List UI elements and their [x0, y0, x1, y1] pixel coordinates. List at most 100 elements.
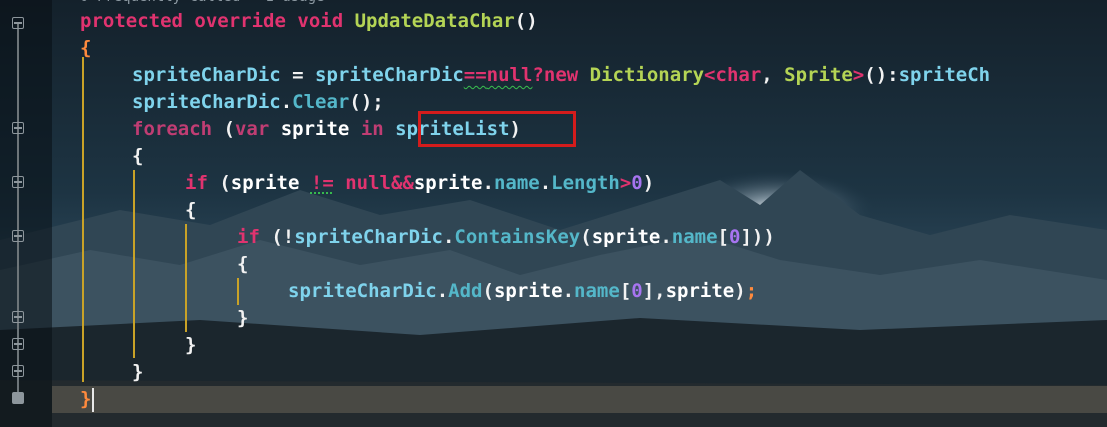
code-line-2[interactable]: { [80, 35, 91, 62]
punctuation: . [660, 226, 672, 248]
code-line-9[interactable]: if (!spriteCharDic.ContainsKey(sprite.na… [237, 224, 775, 251]
identifier: sprite [665, 280, 735, 302]
highlight-annotation-box [418, 111, 576, 147]
fold-end-icon[interactable] [12, 338, 24, 350]
code-line-15[interactable]: } [80, 386, 91, 413]
property: Length [551, 172, 620, 194]
code-line-7[interactable]: if (sprite != null&&sprite.name.Length>0… [185, 170, 654, 197]
code-line-12[interactable]: } [237, 305, 248, 332]
code-line-8[interactable]: { [185, 197, 196, 224]
identifier: sprite [413, 172, 483, 194]
property: name [493, 172, 540, 194]
indent-guide [133, 170, 135, 358]
punctuation: . [436, 280, 449, 302]
punctuation: . [442, 226, 455, 248]
method-call: ContainsKey [454, 226, 581, 248]
fold-end-icon[interactable] [12, 311, 24, 323]
code-line-4[interactable]: spriteCharDic.Clear(); [132, 89, 384, 116]
fold-toggle-icon[interactable] [12, 230, 24, 242]
fold-toggle-icon[interactable] [12, 176, 24, 188]
code-line-10[interactable]: { [237, 251, 248, 278]
punctuation: > [852, 64, 865, 86]
current-line-highlight [52, 386, 1107, 413]
operator: = [280, 64, 316, 86]
punctuation: ( [482, 280, 494, 302]
keyword: null [333, 172, 391, 194]
keyword: if [185, 172, 208, 194]
punctuation: . [482, 172, 494, 194]
punctuation: (): [864, 64, 899, 86]
number-literal: 0 [631, 280, 643, 302]
punctuation: . [280, 91, 293, 113]
keyword: null [486, 64, 533, 86]
operator: ? [532, 64, 544, 86]
identifier: spriteCharDic [294, 226, 443, 248]
property: name [574, 280, 620, 302]
punctuation: . [562, 280, 575, 302]
punctuation: (); [349, 91, 384, 113]
keyword: if [237, 226, 260, 248]
code-line-3[interactable]: spriteCharDic = spriteCharDic==null?new … [132, 62, 990, 89]
code-line-1[interactable]: protected override void UpdateDataChar() [80, 8, 538, 35]
number-literal: 0 [631, 172, 643, 194]
code-line-11[interactable]: spriteCharDic.Add(sprite.name[0],sprite)… [288, 278, 757, 305]
fold-toggle-icon[interactable] [12, 122, 24, 134]
fold-toggle-icon[interactable] [12, 17, 24, 29]
identifier: spriteCharDic [132, 91, 281, 113]
code-line-6[interactable]: { [132, 143, 143, 170]
punctuation: ( [212, 118, 235, 140]
type-name: Dictionary [589, 64, 705, 86]
punctuation: ( [207, 172, 231, 194]
keyword: var [234, 118, 270, 140]
operator: && [390, 172, 414, 194]
keyword: new [543, 64, 579, 86]
indent-guide [185, 224, 187, 332]
punctuation: < [704, 64, 716, 86]
method-call: Clear [292, 91, 350, 113]
operator: == [463, 64, 487, 86]
punctuation: . [539, 172, 552, 194]
property: name [671, 226, 718, 248]
punctuation: , [761, 64, 785, 86]
identifier: sprite [269, 118, 361, 140]
keyword: void [297, 10, 344, 32]
code-line-13[interactable]: } [185, 332, 196, 359]
punctuation: [ [717, 226, 729, 248]
text-caret [92, 388, 94, 412]
identifier: spriteCharDic [288, 280, 437, 302]
method-call: Add [448, 280, 483, 302]
punctuation: ) [734, 280, 746, 302]
indent-guide [237, 278, 239, 305]
keyword: protected [80, 10, 183, 32]
punctuation: ) [642, 172, 655, 194]
punctuation: [ [619, 280, 632, 302]
code-line-14[interactable]: } [132, 359, 143, 386]
method-name: UpdateDataChar [354, 10, 515, 32]
keyword: char [715, 64, 762, 86]
type-name: Sprite [784, 64, 853, 86]
keyword: override [194, 10, 286, 32]
identifier: spriteCharDic [315, 64, 464, 86]
punctuation: ; [745, 280, 758, 302]
operator: != [310, 172, 334, 194]
identifier: spriteCh [898, 64, 991, 86]
identifier: spriteCharDic [132, 64, 281, 86]
keyword: in [360, 118, 384, 140]
punctuation: () [514, 10, 538, 32]
fold-end-icon[interactable] [12, 365, 24, 377]
punctuation: ], [642, 280, 666, 302]
number-literal: 0 [729, 226, 741, 248]
keyword: foreach [132, 118, 213, 140]
identifier: sprite [493, 280, 563, 302]
punctuation: ( [580, 226, 592, 248]
identifier: sprite [230, 172, 300, 194]
operator: > [619, 172, 632, 194]
indent-guide [82, 57, 84, 382]
punctuation: ])) [740, 226, 775, 248]
identifier: sprite [591, 226, 661, 248]
punctuation: (! [259, 226, 295, 248]
editor-gutter [0, 0, 52, 427]
fold-end-icon[interactable] [12, 392, 24, 404]
